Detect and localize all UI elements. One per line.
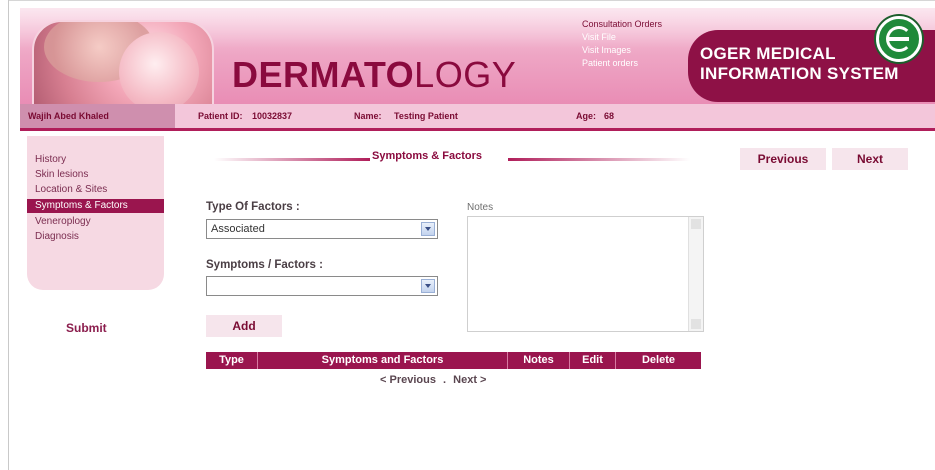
header-links: Consultation Orders Visit File Visit Ima… [582, 18, 662, 70]
pager-next-link[interactable]: Next > [453, 374, 486, 386]
link-visit-images[interactable]: Visit Images [582, 44, 662, 57]
patient-name-value: Testing Patient [394, 111, 458, 121]
scroll-down-icon[interactable] [691, 319, 701, 329]
notes-scrollbar[interactable] [688, 217, 703, 331]
app-header: DERMATOLOGY Consultation Orders Visit Fi… [20, 8, 935, 104]
type-of-factors-value: Associated [211, 223, 265, 235]
window-left-border [8, 0, 9, 470]
submit-button[interactable]: Submit [52, 316, 132, 340]
sidebar-item-skin-lesions[interactable]: Skin lesions [35, 169, 88, 180]
patient-name-label: Name: [354, 111, 382, 121]
type-of-factors-label: Type Of Factors : [206, 201, 300, 213]
brand-line-1: OGER MEDICAL [700, 44, 836, 63]
logo-bar [889, 37, 909, 41]
symptoms-factors-label: Symptoms / Factors : [206, 259, 323, 271]
col-notes: Notes [508, 352, 570, 369]
sidebar: History Skin lesions Location & Sites Sy… [27, 136, 164, 290]
sidebar-item-symptoms-factors[interactable]: Symptoms & Factors [27, 199, 164, 213]
add-button[interactable]: Add [206, 315, 282, 337]
patient-age-label: Age: [576, 111, 596, 121]
brand-line-2: INFORMATION SYSTEM [700, 64, 899, 83]
chevron-down-icon[interactable] [421, 222, 435, 236]
oger-logo-icon [876, 16, 922, 62]
window-top-border [8, 0, 935, 1]
notes-label: Notes [467, 202, 494, 213]
patient-age-value: 68 [604, 111, 615, 121]
link-patient-orders[interactable]: Patient orders [582, 57, 662, 70]
patient-id-value: 10032837 [252, 111, 293, 121]
section-title: Symptoms & Factors [372, 150, 483, 162]
col-type: Type [206, 352, 258, 369]
symptoms-table-header: Type Symptoms and Factors Notes Edit Del… [206, 352, 701, 369]
title-bold: DERMATO [232, 54, 415, 95]
col-symptoms-factors: Symptoms and Factors [258, 352, 508, 369]
sidebar-item-diagnosis[interactable]: Diagnosis [35, 231, 79, 242]
pager-separator: . [443, 374, 447, 386]
symptoms-factors-select[interactable] [206, 276, 438, 296]
pager: < Previous . Next > [380, 374, 486, 386]
next-button[interactable]: Next [832, 148, 908, 170]
scroll-up-icon[interactable] [691, 219, 701, 229]
page-title: DERMATOLOGY [232, 54, 516, 96]
pager-previous-link[interactable]: < Previous [380, 374, 436, 386]
type-of-factors-select[interactable]: Associated [206, 219, 438, 239]
sidebar-item-location-sites[interactable]: Location & Sites [35, 184, 107, 195]
sidebar-item-veneroplogy[interactable]: Veneroplogy [35, 216, 91, 227]
link-visit-file[interactable]: Visit File [582, 31, 662, 44]
sidebar-item-history[interactable]: History [35, 154, 66, 165]
section-line-left [214, 158, 370, 161]
header-photo [32, 20, 214, 104]
col-edit: Edit [570, 352, 616, 369]
link-consultation-orders[interactable]: Consultation Orders [582, 18, 662, 31]
title-thin: LOGY [414, 54, 517, 95]
photo-face [119, 32, 199, 104]
notes-textarea[interactable] [467, 216, 704, 332]
chevron-down-icon[interactable] [421, 279, 435, 293]
patient-id-label: Patient ID: [198, 111, 243, 121]
user-name: Wajih Abed Khaled [28, 111, 109, 121]
brand-name: OGER MEDICAL INFORMATION SYSTEM [700, 44, 899, 84]
section-line-right [508, 158, 690, 161]
previous-button[interactable]: Previous [740, 148, 826, 170]
col-delete: Delete [641, 354, 676, 366]
patient-bar: Wajih Abed Khaled Patient ID: 10032837 N… [20, 104, 935, 131]
